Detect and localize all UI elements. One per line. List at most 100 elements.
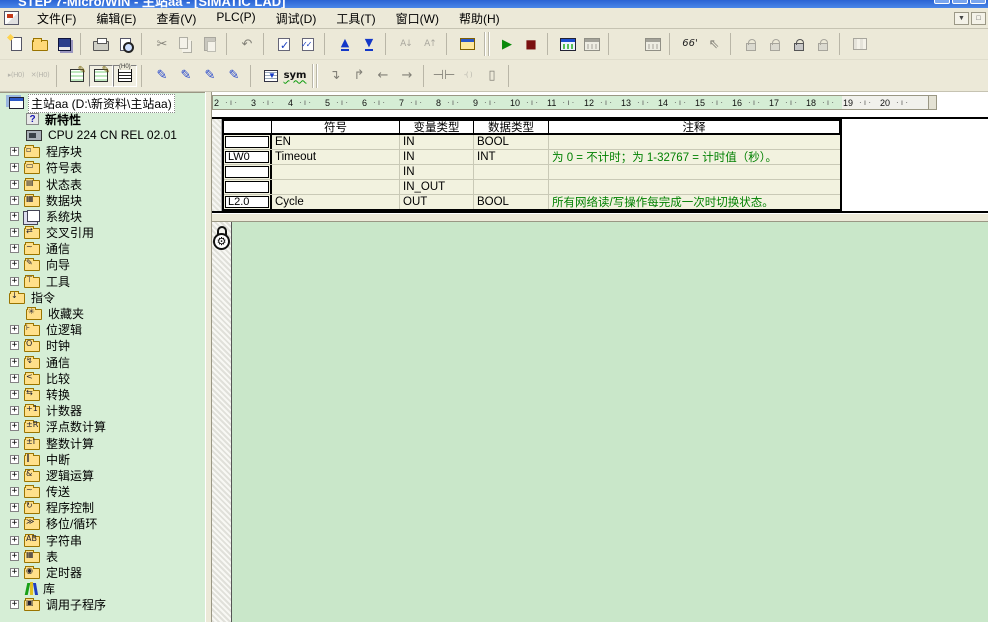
expand-plus-box[interactable]: + [10,244,19,253]
menu-PLC[interactable]: PLC(P) [206,8,265,29]
tree-item-主站aaD新资料主站aa[interactable]: 主站aa (D:\新资料\主站aa) [0,95,205,111]
tree-item-浮点数计算[interactable]: +±R浮点数计算 [0,419,205,435]
toggle-symbolic-addressing-button[interactable]: sym [283,65,307,87]
update-symbol-button[interactable]: ✎ [198,65,222,87]
horizontal-splitter[interactable] [212,213,988,222]
tree-item-库[interactable]: 库 [0,581,205,597]
expand-plus-box[interactable]: + [10,260,19,269]
expand-plus-box[interactable]: + [10,552,19,561]
cell-cm[interactable] [549,165,840,179]
menu-查看[interactable]: 查看(V) [146,8,206,29]
tree-item-CPU224CNREL0201[interactable]: CPU 224 CN REL 02.01 [0,127,205,143]
tree-item-转换[interactable]: +⇆转换 [0,386,205,402]
cell-vt[interactable]: IN [400,165,474,179]
lad-editor-canvas[interactable]: ⚙ [212,222,988,622]
cell-address[interactable] [224,180,272,194]
expand-plus-box[interactable]: + [10,568,19,577]
tree-item-收藏夹[interactable]: ✳收藏夹 [0,305,205,321]
cell-sym[interactable]: Cycle [272,195,400,209]
cell-cm[interactable] [549,180,840,194]
tree-item-调用子程序[interactable]: +▣调用子程序 [0,597,205,613]
expand-plus-box[interactable]: + [10,374,19,383]
cell-sym[interactable]: Timeout [272,150,400,164]
tree-item-比较[interactable]: +<比较 [0,370,205,386]
print-button[interactable] [89,33,113,55]
tree-item-位逻辑[interactable]: +⊦位逻辑 [0,322,205,338]
tree-item-工具[interactable]: +⊤工具 [0,273,205,289]
options-button[interactable] [455,33,479,55]
expand-plus-box[interactable]: + [10,277,19,286]
menu-窗口[interactable]: 窗口(W) [386,8,449,29]
tree-item-传送[interactable]: +~传送 [0,484,205,500]
expand-plus-box[interactable]: + [10,439,19,448]
menu-文件[interactable]: 文件(F) [27,8,86,29]
expand-plus-box[interactable]: + [10,212,19,221]
tree-item-时钟[interactable]: +O时钟 [0,338,205,354]
menu-编辑[interactable]: 编辑(E) [86,8,146,29]
download-button[interactable]: ▼ [357,33,381,55]
expand-plus-box[interactable]: + [10,519,19,528]
tree-item-交叉引用[interactable]: +⇄交叉引用 [0,225,205,241]
tree-item-表[interactable]: +▦表 [0,548,205,564]
expand-plus-box[interactable]: + [10,180,19,189]
tree-item-逻辑运算[interactable]: +&逻辑运算 [0,467,205,483]
toggle-pou-comments-button[interactable] [65,65,89,87]
toggle-symbol-info-table-button[interactable] [113,65,137,87]
expand-plus-box[interactable]: + [10,341,19,350]
expand-plus-box[interactable]: + [10,325,19,334]
expand-plus-box[interactable]: + [10,147,19,156]
cell-cm[interactable]: 为 0 = 不计时；为 1-32767 = 计时值（秒）。 [549,150,840,164]
expand-plus-box[interactable]: + [10,196,19,205]
expand-plus-box[interactable]: + [10,487,19,496]
print-preview-button[interactable] [113,33,137,55]
cell-dt[interactable]: BOOL [474,195,549,209]
program-status-button[interactable] [556,33,580,55]
minimize-window-button[interactable]: ▼ [954,12,969,25]
cell-vt[interactable]: OUT [400,195,474,209]
cell-cm[interactable]: 所有网络读/写操作每完成一次时切换状态。 [549,195,840,209]
tree-item-通信[interactable]: +↯通信 [0,354,205,370]
symbol-table-filter-button[interactable] [259,65,283,87]
menu-调试[interactable]: 调试(D) [266,8,327,29]
tree-item-数据块[interactable]: +▦数据块 [0,192,205,208]
tree-item-向导[interactable]: +✎向导 [0,257,205,273]
stop-button[interactable]: ■ [519,33,543,55]
tree-item-程序块[interactable]: +▫程序块 [0,144,205,160]
expand-plus-box[interactable]: + [10,406,19,415]
tree-item-计数器[interactable]: ++1计数器 [0,403,205,419]
tree-item-状态表[interactable]: +▤状态表 [0,176,205,192]
expand-plus-box[interactable]: + [10,455,19,464]
toggle-network-comments-button[interactable] [89,65,113,87]
tree-item-指令[interactable]: ↓指令 [0,289,205,305]
tree-item-系统块[interactable]: +系统块 [0,208,205,224]
restore-window-button[interactable]: □ [971,12,986,25]
cell-dt[interactable] [474,165,549,179]
cell-cm[interactable] [549,135,840,149]
cell-vt[interactable]: IN_OUT [400,180,474,194]
tree-item-新特性[interactable]: ?新特性 [0,111,205,127]
window-control-buttons[interactable] [934,0,986,4]
read-all-button[interactable]: 66' [678,33,702,55]
expand-plus-box[interactable]: + [10,503,19,512]
tree-item-程序控制[interactable]: +↻程序控制 [0,500,205,516]
cell-address[interactable] [224,135,272,149]
tree-item-字符串[interactable]: +AB字符串 [0,532,205,548]
cell-vt[interactable]: IN [400,135,474,149]
cell-sym[interactable]: EN [272,135,400,149]
compile-all-button[interactable] [296,33,320,55]
run-button[interactable]: ▶ [495,33,519,55]
expand-plus-box[interactable]: + [10,390,19,399]
expand-plus-box[interactable]: + [10,163,19,172]
expand-plus-box[interactable]: + [10,422,19,431]
expand-plus-box[interactable]: + [10,228,19,237]
cell-address[interactable]: L2.0 [224,195,272,209]
expand-plus-box[interactable]: + [10,358,19,367]
expand-plus-box[interactable]: + [10,536,19,545]
menu-工具[interactable]: 工具(T) [326,8,385,29]
cell-vt[interactable]: IN [400,150,474,164]
tree-item-通信[interactable]: +~通信 [0,241,205,257]
cell-dt[interactable] [474,180,549,194]
open-button[interactable] [28,33,52,55]
force-dropdown-button[interactable] [787,33,811,55]
tree-item-定时器[interactable]: +◉定时器 [0,564,205,580]
